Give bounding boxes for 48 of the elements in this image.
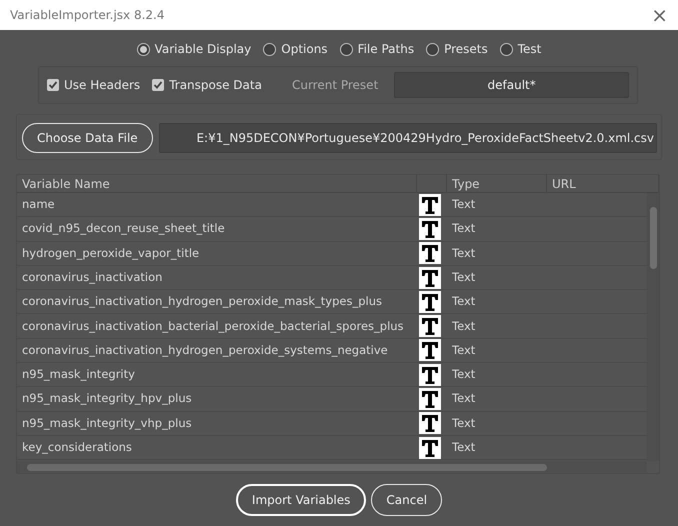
checkbox[interactable] xyxy=(152,79,164,91)
variable-name: coronavirus_inactivation_hydrogen_peroxide_systems_negative xyxy=(21,342,389,359)
radio-label: Presets xyxy=(444,41,488,58)
type-cell-text: Text xyxy=(451,390,476,408)
checkbox-label: Transpose Data xyxy=(169,77,262,94)
radio-button[interactable] xyxy=(340,42,353,56)
type-cell-text: Text xyxy=(451,244,476,262)
preset-label: Current Preset xyxy=(292,77,378,94)
radio-label: File Paths xyxy=(358,41,414,58)
import-button[interactable]: Import Variables xyxy=(236,484,366,516)
close-button[interactable]: × xyxy=(651,5,668,25)
choose-file-button[interactable]: Choose Data File xyxy=(22,123,153,153)
variable-name: n95_mask_integrity_hpv_plus xyxy=(21,390,193,408)
column-header: Variable Name xyxy=(17,175,417,193)
variable-name: key_considerations xyxy=(21,438,133,456)
variable-name: n95_mask_integrity xyxy=(21,366,136,384)
radio-button[interactable] xyxy=(500,42,513,56)
vertical-scrollbar[interactable] xyxy=(647,193,659,461)
radio-label: Variable Display xyxy=(154,41,252,58)
preset-field[interactable]: default* xyxy=(394,72,629,98)
type-cell-text: Text xyxy=(451,342,476,359)
type-cell-text: Text xyxy=(451,196,476,214)
type-cell-text: Text xyxy=(451,438,476,456)
type-cell-text: Text xyxy=(451,318,476,334)
type-cell-text: Text xyxy=(451,268,476,286)
variable-name: covid_n95_decon_reuse_sheet_title xyxy=(21,220,226,238)
type-cell-text: Text xyxy=(451,220,476,238)
checkbox-label: Use Headers xyxy=(64,77,140,94)
radio-button[interactable] xyxy=(426,42,440,56)
radio-button[interactable] xyxy=(263,42,276,56)
horizontal-scrollbar[interactable] xyxy=(17,461,647,473)
type-cell-text: Text xyxy=(451,293,476,310)
radio-button[interactable] xyxy=(136,42,150,56)
window-title: VariableImporter.jsx 8.2.4 xyxy=(10,7,164,24)
variable-name: coronavirus_inactivation_bacterial_peroxide_bacterial_spores_plus xyxy=(21,318,405,335)
type-cell-text: Text xyxy=(451,366,476,384)
variable-name: hydrogen_peroxide_vapor_title xyxy=(21,244,200,262)
type-cell-text: Text xyxy=(451,414,476,432)
column-header: Type xyxy=(447,175,547,193)
file-path-field[interactable]: E:¥1_N95DECON¥Portuguese¥200429Hydro_PeroxideFactSheetv2.0.xml.csv xyxy=(158,123,657,153)
radio-label: Test xyxy=(518,41,542,58)
checkbox[interactable] xyxy=(47,79,59,91)
cancel-button[interactable]: Cancel xyxy=(371,484,442,516)
variable-name: n95_mask_integrity_vhp_plus xyxy=(21,414,193,432)
variable-name: coronavirus_inactivation xyxy=(21,268,164,286)
variable-name: name xyxy=(21,196,56,214)
variable-name: coronavirus_inactivation_hydrogen_peroxide_mask_types_plus xyxy=(21,293,383,310)
radio-label: Options xyxy=(281,41,328,58)
